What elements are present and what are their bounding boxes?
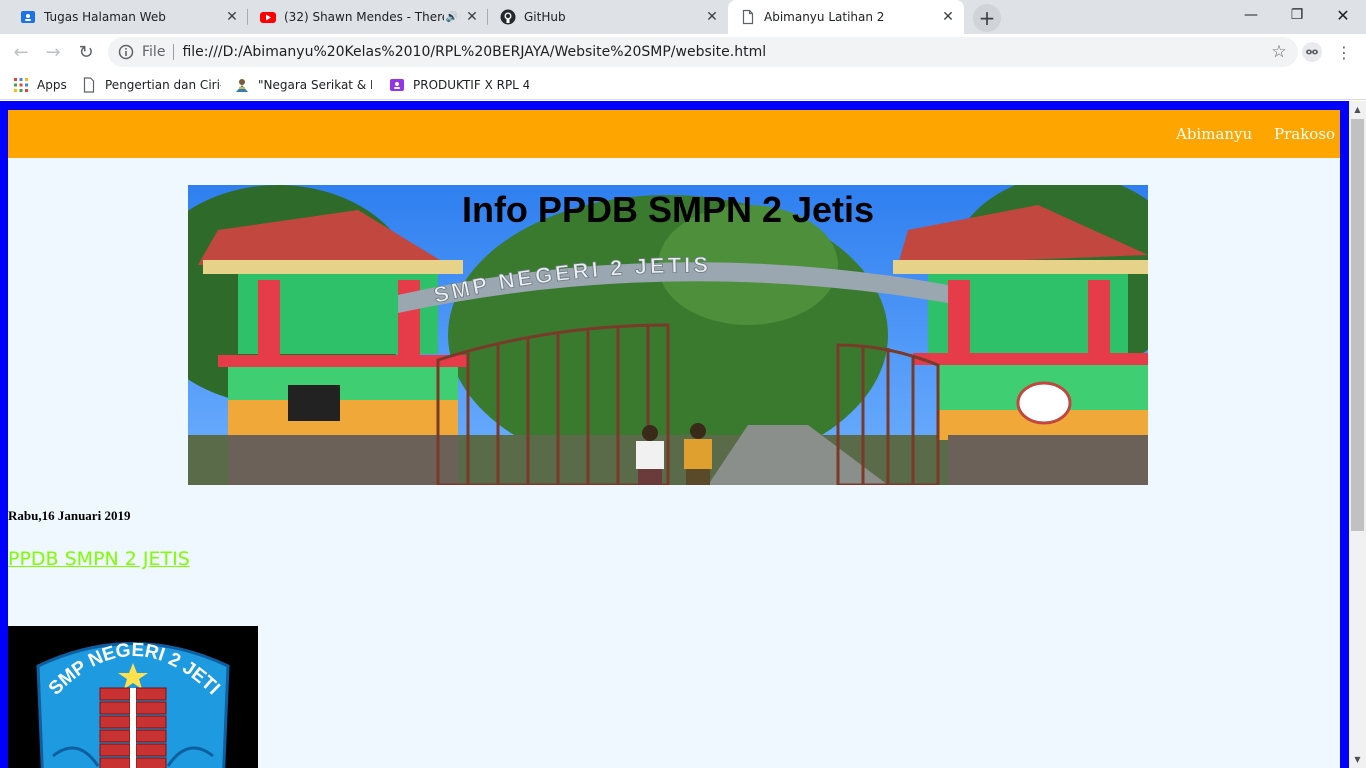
- bookmark-star-icon[interactable]: ☆: [1270, 42, 1288, 62]
- bookmark-negara-serikat[interactable]: "Negara Serikat & Pe: [234, 75, 372, 95]
- window-close-button[interactable]: ✕: [1320, 0, 1366, 30]
- restore-button[interactable]: ❐: [1274, 0, 1320, 30]
- tab-strip: Tugas Halaman Web ✕ (32) Shawn Mendes - …: [0, 0, 1366, 34]
- school-logo: SMP NEGERI 2 JETIS: [8, 626, 258, 768]
- tab-title: Abimanyu Latihan 2: [764, 10, 885, 24]
- menu-icon[interactable]: ⋮: [1334, 40, 1354, 64]
- tab-abimanyu-latihan[interactable]: Abimanyu Latihan 2 ✕: [728, 0, 964, 34]
- gate-arch-label: SMP NEGERI 2 JETIS: [431, 252, 708, 308]
- tab-close-icon[interactable]: ✕: [224, 9, 240, 25]
- back-button[interactable]: ←: [7, 38, 35, 66]
- tab-github[interactable]: GitHub ✕: [488, 0, 728, 34]
- page-viewport: Abimanyu Prakoso Info PPDB SMPN 2 Jetis …: [0, 101, 1366, 768]
- page-scrollbar[interactable]: ▲ ▼: [1349, 101, 1366, 768]
- apps-grid-icon: [13, 77, 29, 93]
- github-icon: [500, 9, 516, 25]
- tab-youtube[interactable]: (32) Shawn Mendes - There's N 🔊 ✕: [248, 0, 488, 34]
- site-navbar: Abimanyu Prakoso: [8, 110, 1340, 158]
- bookmark-label: PRODUKTIF X RPL 4 -: [413, 78, 529, 92]
- svg-text:SMP NEGERI 2 JETIS: SMP NEGERI 2 JETIS: [431, 252, 711, 308]
- post-date: Rabu,16 Januari 2019: [8, 508, 131, 523]
- gate-arch-text: SMP NEGERI 2 JETIS: [431, 252, 711, 308]
- bookmark-apps[interactable]: Apps: [13, 75, 67, 95]
- classroom-icon: [389, 77, 405, 93]
- bookmark-label: Apps: [37, 78, 67, 92]
- browser-toolbar: ← → ↻ File file:///D:/Abimanyu%20Kelas%2…: [0, 34, 1366, 70]
- school-gate-banner: Info PPDB SMPN 2 Jetis SMP NEGERI 2 JETI…: [188, 185, 1148, 485]
- page-icon: [81, 77, 97, 93]
- forward-button[interactable]: →: [39, 38, 67, 66]
- minimize-button[interactable]: —: [1228, 0, 1274, 30]
- nav-link-prakoso[interactable]: Prakoso: [1274, 125, 1335, 143]
- tab-title: (32) Shawn Mendes - There's N: [284, 10, 444, 24]
- bookmark-produktif[interactable]: PRODUKTIF X RPL 4 -: [389, 75, 529, 95]
- reload-button[interactable]: ↻: [72, 38, 100, 66]
- extension-icon[interactable]: [1302, 42, 1322, 62]
- info-icon[interactable]: [118, 44, 134, 60]
- document-icon: [740, 9, 756, 25]
- image-icon: [234, 77, 250, 93]
- omnibox-divider: [173, 44, 175, 60]
- tab-close-icon[interactable]: ✕: [704, 9, 720, 25]
- tab-title: Tugas Halaman Web: [44, 10, 166, 24]
- tab-close-icon[interactable]: ✕: [940, 9, 956, 25]
- bookmark-label: Pengertian dan Ciri-ci: [105, 78, 221, 92]
- url-text[interactable]: file:///D:/Abimanyu%20Kelas%2010/RPL%20B…: [182, 44, 766, 60]
- page-body: Abimanyu Prakoso Info PPDB SMPN 2 Jetis …: [8, 110, 1340, 768]
- scroll-down-arrow-icon[interactable]: ▼: [1349, 751, 1366, 768]
- ppdb-link[interactable]: PPDB SMPN 2 JETIS: [8, 548, 190, 570]
- address-bar[interactable]: File file:///D:/Abimanyu%20Kelas%2010/RP…: [108, 37, 1298, 67]
- bookmark-pengertian[interactable]: Pengertian dan Ciri-ci: [81, 75, 221, 95]
- scroll-up-arrow-icon[interactable]: ▲: [1349, 101, 1366, 118]
- classroom-icon: [20, 9, 36, 25]
- new-tab-button[interactable]: +: [973, 4, 1001, 32]
- bookmarks-bar: Apps Pengertian dan Ciri-ci "Negara Seri…: [0, 70, 1366, 100]
- protocol-label: File: [142, 44, 166, 60]
- tab-title: GitHub: [524, 10, 566, 24]
- youtube-icon: [260, 9, 276, 25]
- audio-playing-icon[interactable]: 🔊: [444, 9, 460, 25]
- nav-link-abimanyu[interactable]: Abimanyu: [1176, 125, 1252, 143]
- school-emblem-icon: SMP NEGERI 2 JETIS: [8, 626, 230, 768]
- tab-tugas-halaman-web[interactable]: Tugas Halaman Web ✕: [8, 0, 248, 34]
- scrollbar-thumb[interactable]: [1351, 119, 1364, 531]
- tab-close-icon[interactable]: ✕: [464, 9, 480, 25]
- bookmark-label: "Negara Serikat & Pe: [258, 78, 372, 92]
